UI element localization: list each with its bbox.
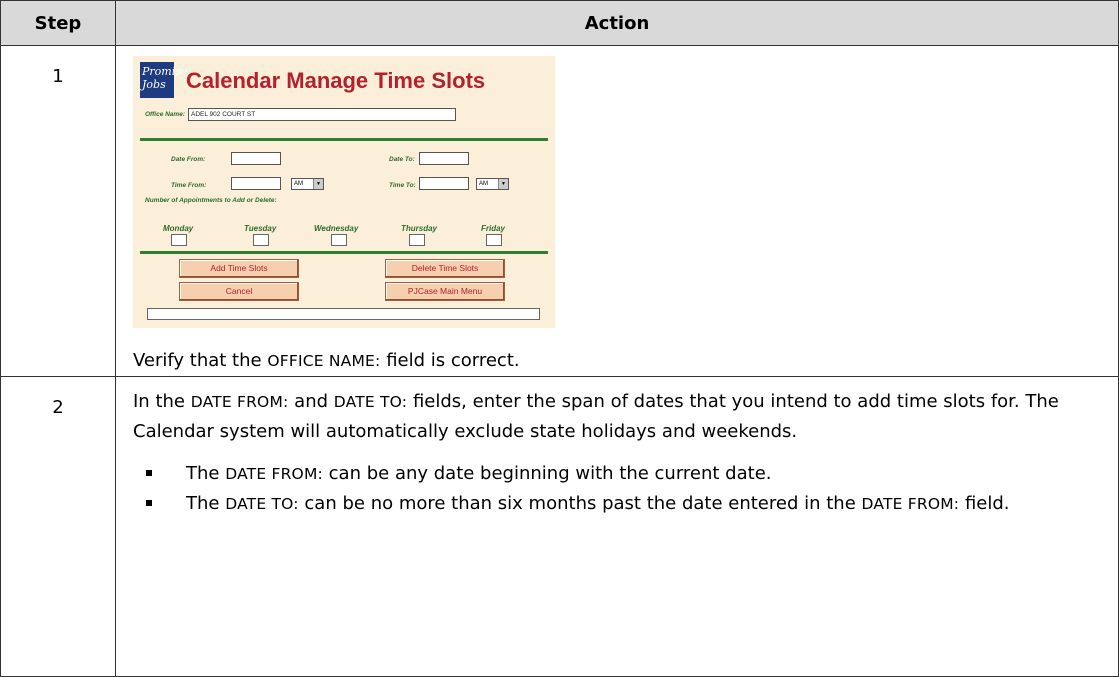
office-name-field: ADEL 902 COURT ST	[188, 108, 456, 121]
instruction-table: Step Action 1 Promise Jobs Calendar Mana…	[0, 0, 1119, 677]
action-cell: In the DATE FROM: and DATE TO: fields, e…	[115, 376, 1119, 677]
time-from-field	[231, 177, 281, 190]
verify-instruction: Verify that the OFFICE NAME: field is co…	[133, 350, 520, 371]
office-name-label: Office Name:	[145, 111, 185, 118]
date-from-label: Date From:	[171, 156, 206, 163]
chevron-down-icon: ▼	[498, 179, 508, 189]
screenshot-title: Calendar Manage Time Slots	[186, 68, 486, 93]
time-to-field	[419, 177, 469, 190]
list-item: The DATE TO: can be no more than six mon…	[133, 489, 1118, 519]
step-column-header: Step	[0, 0, 116, 46]
appointments-label: Number of Appointments to Add or Delete:	[145, 197, 277, 204]
table-row: 2 In the DATE FROM: and DATE TO: fields,…	[0, 376, 1119, 677]
list-item: The DATE FROM: can be any date beginning…	[133, 459, 1118, 489]
ampm-to-select: AM ▼	[476, 178, 509, 190]
step-number: 2	[0, 376, 116, 677]
time-from-label: Time From:	[171, 182, 207, 189]
time-to-label: Time To:	[389, 182, 416, 189]
date-span-instruction: In the DATE FROM: and DATE TO: fields, e…	[133, 391, 1059, 442]
status-bar	[147, 308, 540, 320]
action-cell: Promise Jobs Calendar Manage Time Slots …	[115, 45, 1119, 377]
chevron-down-icon: ▼	[313, 179, 323, 189]
wednesday-count-field	[331, 234, 347, 246]
date-rules-list: The DATE FROM: can be any date beginning…	[133, 459, 1118, 519]
header-row: Step Action	[0, 0, 1119, 46]
step-number: 1	[0, 45, 116, 377]
date-to-label: Date To:	[389, 156, 415, 163]
ampm-from-select: AM ▼	[291, 178, 324, 190]
bullet-icon	[146, 470, 152, 476]
thursday-count-field	[409, 234, 425, 246]
monday-count-field	[171, 234, 187, 246]
promise-jobs-logo: Promise Jobs	[140, 62, 187, 98]
divider-bottom	[140, 251, 548, 254]
calendar-screenshot: Promise Jobs Calendar Manage Time Slots …	[133, 56, 555, 328]
pjcase-main-menu-button: PJCase Main Menu	[385, 282, 505, 301]
friday-count-field	[486, 234, 502, 246]
cancel-button: Cancel	[179, 282, 299, 301]
action-column-header: Action	[115, 0, 1119, 46]
add-time-slots-button: Add Time Slots	[179, 259, 299, 278]
delete-time-slots-button: Delete Time Slots	[385, 259, 505, 278]
date-from-field	[231, 152, 281, 165]
table-row: 1 Promise Jobs Calendar Manage Time Slot…	[0, 45, 1119, 377]
date-to-field	[419, 152, 469, 165]
divider-top	[140, 138, 548, 141]
tuesday-count-field	[253, 234, 269, 246]
bullet-icon	[146, 500, 152, 506]
